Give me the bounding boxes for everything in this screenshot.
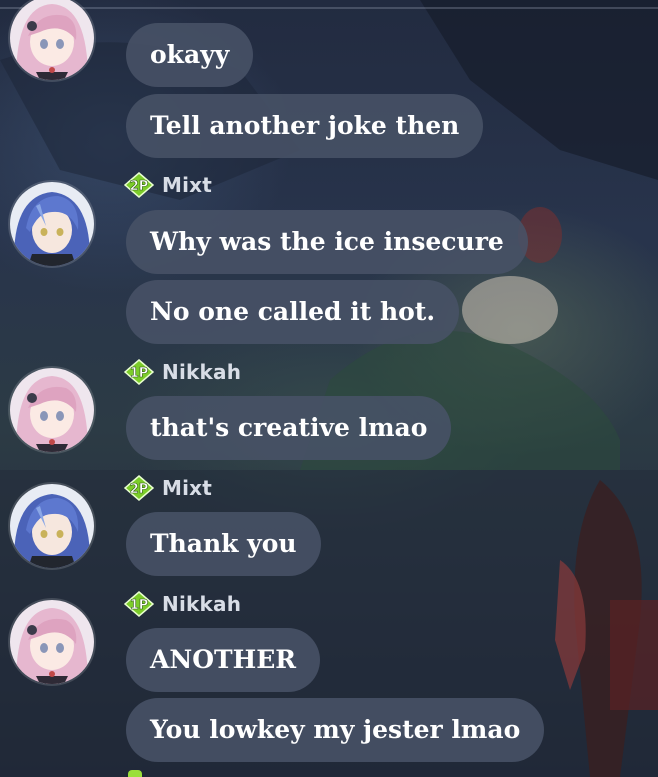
svg-text:1P: 1P: [130, 598, 149, 613]
sender-name: Nikkah: [162, 360, 242, 384]
svg-text:2P: 2P: [130, 482, 149, 497]
nikkah-avatar-icon: [10, 368, 94, 452]
nikkah-avatar-icon: [10, 600, 94, 684]
sender-row: 2P Mixt: [124, 172, 212, 198]
sender-row: 2P Mixt: [124, 475, 212, 501]
svg-text:1P: 1P: [130, 366, 149, 381]
mixt-avatar[interactable]: [10, 182, 94, 266]
sender-row: 1P Nikkah: [124, 359, 241, 385]
nikkah-avatar[interactable]: [10, 600, 94, 684]
nikkah-avatar-icon: [10, 0, 94, 80]
player-1p-badge-icon: 1P: [124, 359, 154, 385]
mixt-avatar-icon: [10, 182, 94, 266]
player-1p-badge-icon: 1P: [124, 591, 154, 617]
sender-name: Mixt: [162, 173, 213, 197]
message-bubble[interactable]: Thank you: [126, 512, 321, 576]
mixt-avatar-icon: [10, 484, 94, 568]
message-bubble[interactable]: No one called it hot.: [126, 280, 460, 344]
chat-log[interactable]: okayy Tell another joke then 2P Mixt Why…: [0, 0, 658, 777]
player-2p-badge-icon: 2P: [124, 172, 154, 198]
player-2p-badge-icon: 2P: [124, 475, 154, 501]
message-bubble[interactable]: that's creative lmao: [126, 396, 452, 460]
sender-name: Nikkah: [162, 592, 242, 616]
message-bubble[interactable]: Why was the ice insecure: [126, 210, 528, 274]
nikkah-avatar[interactable]: [10, 0, 94, 80]
sender-row: 1P Nikkah: [124, 591, 241, 617]
mixt-avatar[interactable]: [10, 484, 94, 568]
message-bubble[interactable]: ANOTHER: [126, 628, 321, 692]
message-bubble[interactable]: You lowkey my jester lmao: [126, 698, 545, 762]
svg-text:2P: 2P: [130, 179, 149, 194]
message-bubble[interactable]: Tell another joke then: [126, 94, 484, 158]
sender-name: Mixt: [162, 476, 213, 500]
partial-player-badge-icon: [128, 770, 142, 777]
message-bubble[interactable]: okayy: [126, 23, 254, 87]
nikkah-avatar[interactable]: [10, 368, 94, 452]
